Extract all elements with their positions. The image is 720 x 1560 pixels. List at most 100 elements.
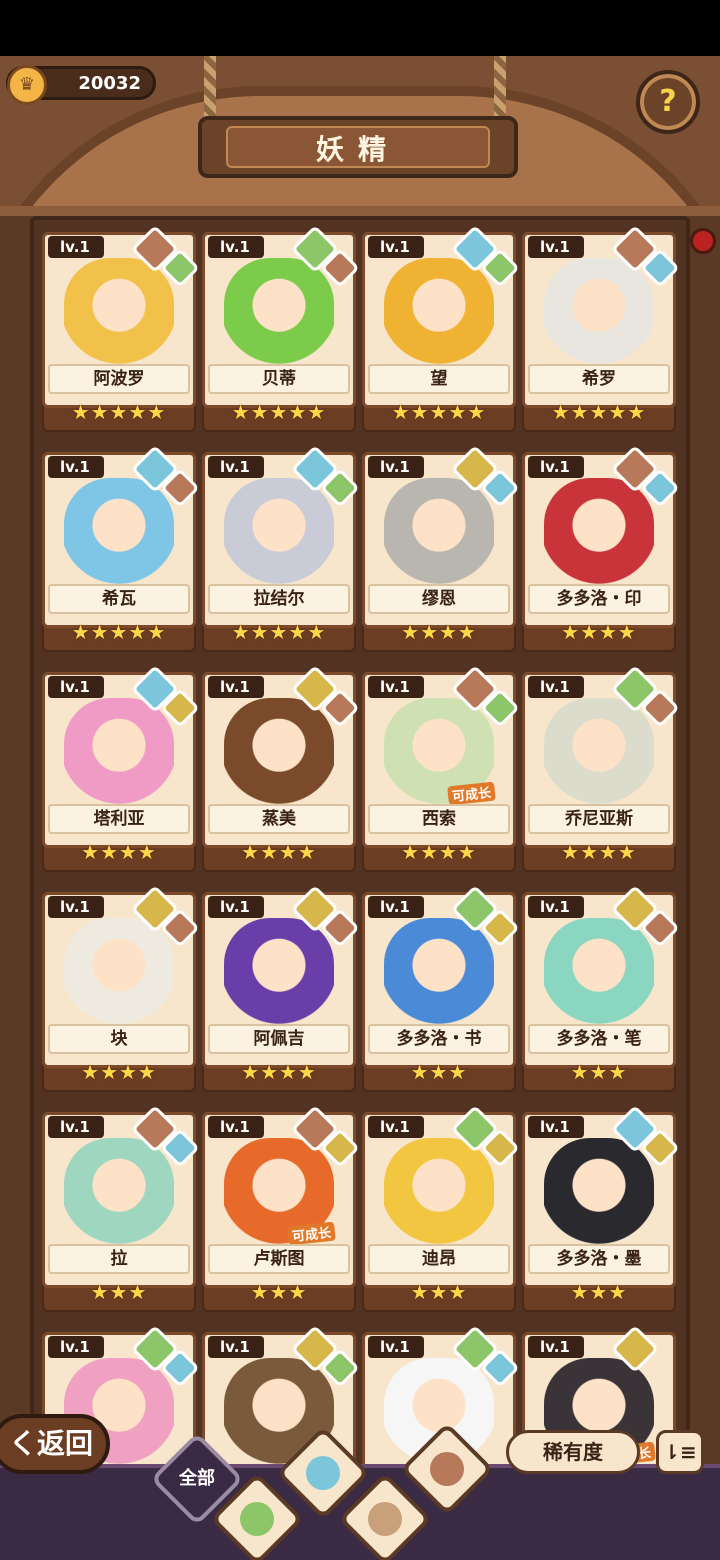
fairy-card[interactable]: lv.1 希罗 ★★★★★	[522, 224, 680, 432]
ladybug-icon[interactable]	[690, 228, 716, 254]
fairy-card[interactable]: lv.1 多多洛・印 ★★★★	[522, 444, 680, 652]
level-tag: lv.1	[208, 676, 264, 698]
currency-value: 20032	[78, 73, 141, 94]
fairy-portrait	[384, 478, 494, 596]
level-tag: lv.1	[368, 896, 424, 918]
fairy-name: 希罗	[528, 364, 670, 394]
star-rating: ★★★★★	[551, 400, 647, 424]
fairy-portrait	[544, 698, 654, 816]
fairy-name: 缪恩	[368, 584, 510, 614]
star-rating: ★★★★★	[391, 400, 487, 424]
fairy-card[interactable]: lv.1 拉 ★★★	[42, 1104, 200, 1312]
fairy-portrait	[224, 918, 334, 1036]
help-icon: ?	[659, 84, 677, 119]
fairy-card[interactable]: lv.1 乔尼亚斯 ★★★★	[522, 664, 680, 872]
fairy-name: 望	[368, 364, 510, 394]
star-rating: ★★★★	[401, 620, 477, 644]
fairy-card[interactable]: lv.1 可成长 卢斯图 ★★★	[202, 1104, 360, 1312]
fairy-name: 蒸美	[208, 804, 350, 834]
fairy-card[interactable]: lv.1 迪昂 ★★★	[362, 1104, 520, 1312]
volcano-icon	[430, 1452, 464, 1486]
fairy-name: 西索	[368, 804, 510, 834]
fairy-portrait	[384, 258, 494, 376]
level-tag: lv.1	[528, 676, 584, 698]
level-tag: lv.1	[48, 896, 104, 918]
fairy-card[interactable]: lv.1 塔利亚 ★★★★	[42, 664, 200, 872]
sort-order-button[interactable]: ⇂≡	[656, 1430, 704, 1474]
fairy-card[interactable]: lv.1 可成长 西索 ★★★★	[362, 664, 520, 872]
fairy-name: 拉	[48, 1244, 190, 1274]
fairy-portrait	[64, 478, 174, 596]
fairy-name: 多多洛・书	[368, 1024, 510, 1054]
star-rating: ★★★	[570, 1280, 628, 1304]
fairy-card[interactable]: lv.1 望 ★★★★★	[362, 224, 520, 432]
fairy-name: 乔尼亚斯	[528, 804, 670, 834]
fairy-name: 贝蒂	[208, 364, 350, 394]
level-tag: lv.1	[48, 676, 104, 698]
filter-all-label: 全部	[179, 1468, 215, 1489]
star-rating: ★★★★★	[231, 400, 327, 424]
fairy-portrait	[64, 1138, 174, 1256]
level-tag: lv.1	[208, 1336, 264, 1358]
star-rating: ★★★★	[241, 840, 317, 864]
fairy-portrait	[544, 1138, 654, 1256]
fairy-card[interactable]: lv.1 蒸美 ★★★★	[202, 664, 360, 872]
star-rating: ★★★★★	[71, 400, 167, 424]
fairy-name: 卢斯图	[208, 1244, 350, 1274]
fairy-name: 迪昂	[368, 1244, 510, 1274]
star-rating: ★★★	[410, 1280, 468, 1304]
fairy-card[interactable]: lv.1 多多洛・笔 ★★★	[522, 884, 680, 1092]
star-rating: ★★★★	[81, 1060, 157, 1084]
game-scene: ♛ 20032 妖精 ? lv.1 阿波罗 ★★★★★ lv.1 贝蒂 ★★★★★ lv.1…	[0, 56, 720, 1560]
star-rating: ★★★★	[401, 840, 477, 864]
star-rating: ★★★	[250, 1280, 308, 1304]
level-tag: lv.1	[368, 236, 424, 258]
mountain-icon	[368, 1502, 402, 1536]
level-tag: lv.1	[368, 1116, 424, 1138]
star-rating: ★★★	[570, 1060, 628, 1084]
fairy-name: 多多洛・笔	[528, 1024, 670, 1054]
fairy-portrait	[544, 918, 654, 1036]
level-tag: lv.1	[528, 1336, 584, 1358]
fairy-card[interactable]: lv.1 阿波罗 ★★★★★	[42, 224, 200, 432]
fairy-name: 阿波罗	[48, 364, 190, 394]
fairy-portrait	[64, 258, 174, 376]
fairy-name: 希瓦	[48, 584, 190, 614]
sprout-icon	[240, 1502, 274, 1536]
fairy-portrait	[224, 478, 334, 596]
fairy-portrait	[384, 918, 494, 1036]
level-tag: lv.1	[368, 456, 424, 478]
level-tag: lv.1	[48, 236, 104, 258]
level-tag: lv.1	[528, 456, 584, 478]
star-rating: ★★★★	[81, 840, 157, 864]
level-tag: lv.1	[208, 236, 264, 258]
fairy-portrait	[544, 258, 654, 376]
fairy-card[interactable]: lv.1 拉结尔 ★★★★★	[202, 444, 360, 652]
page-title: 妖精	[315, 133, 400, 166]
star-rating: ★★★	[90, 1280, 148, 1304]
fairy-card[interactable]: lv.1 多多洛・墨 ★★★	[522, 1104, 680, 1312]
level-tag: lv.1	[528, 236, 584, 258]
fairy-name: 多多洛・印	[528, 584, 670, 614]
fairy-portrait	[224, 258, 334, 376]
title-sign: 妖精	[198, 116, 518, 178]
fairy-card[interactable]: lv.1 希瓦 ★★★★★	[42, 444, 200, 652]
level-tag: lv.1	[368, 1336, 424, 1358]
level-tag: lv.1	[208, 456, 264, 478]
level-tag: lv.1	[208, 1116, 264, 1138]
help-button[interactable]: ?	[636, 70, 700, 134]
fairy-name: 阿佩吉	[208, 1024, 350, 1054]
droplet-icon	[306, 1456, 340, 1490]
fairy-name: 多多洛・墨	[528, 1244, 670, 1274]
back-button[interactable]: く返回	[0, 1414, 110, 1474]
level-tag: lv.1	[48, 1336, 104, 1358]
level-tag: lv.1	[48, 456, 104, 478]
fairy-card[interactable]: lv.1 块 ★★★★	[42, 884, 200, 1092]
fairy-portrait	[384, 1138, 494, 1256]
fairy-card[interactable]: lv.1 多多洛・书 ★★★	[362, 884, 520, 1092]
fairy-card[interactable]: lv.1 贝蒂 ★★★★★	[202, 224, 360, 432]
star-rating: ★★★★	[561, 620, 637, 644]
fairy-card[interactable]: lv.1 缪恩 ★★★★	[362, 444, 520, 652]
fairy-card[interactable]: lv.1 阿佩吉 ★★★★	[202, 884, 360, 1092]
sort-rarity-button[interactable]: 稀有度	[506, 1430, 640, 1474]
